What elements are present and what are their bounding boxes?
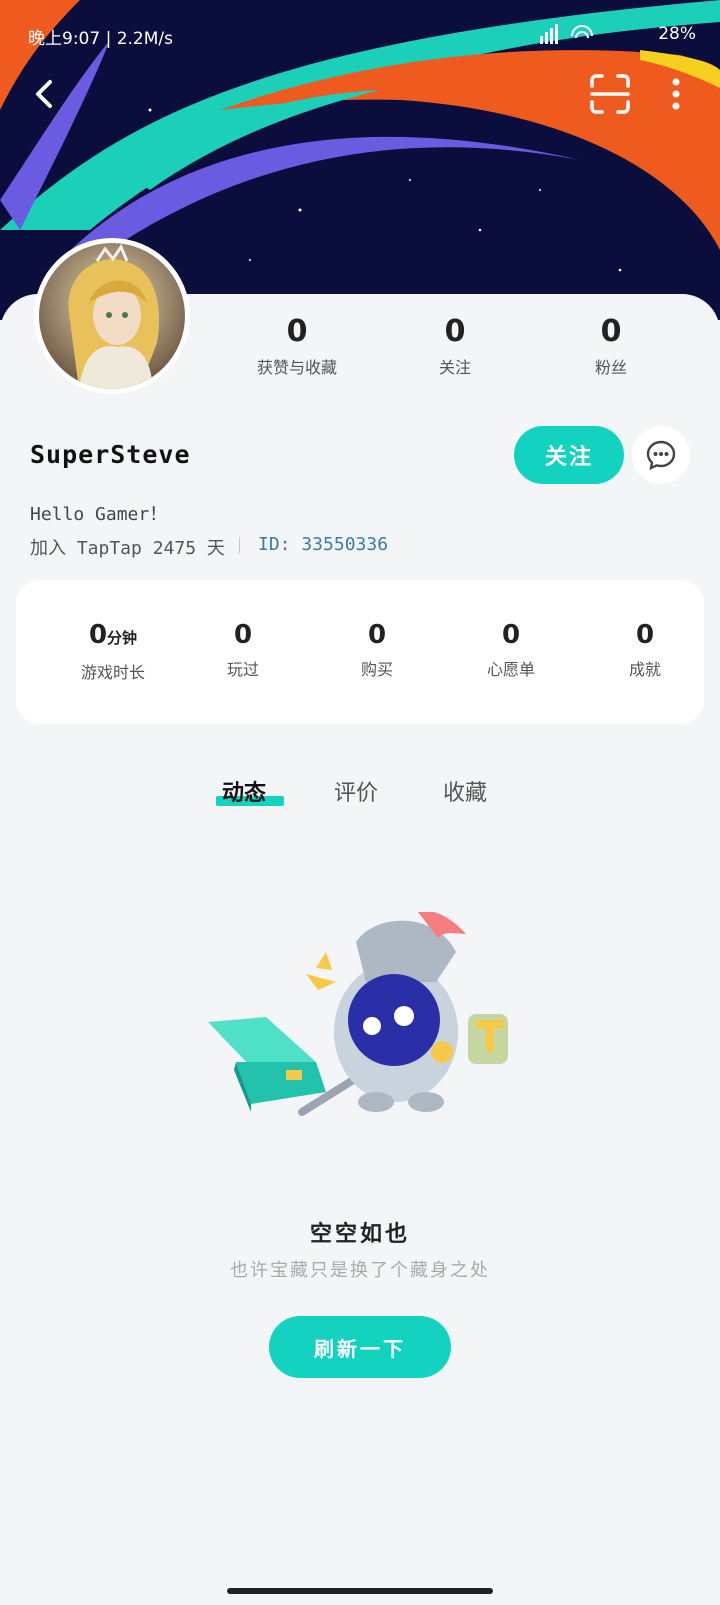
- game-stat-played[interactable]: 0 玩过: [178, 618, 308, 680]
- more-vertical-icon: [672, 78, 680, 110]
- stat-value: 0: [444, 314, 466, 349]
- username: SuperSteve: [30, 440, 191, 469]
- avatar-image: [39, 243, 185, 389]
- game-stat-purchased[interactable]: 0 购买: [312, 618, 442, 680]
- status-bar: 晚上9:07 | 2.2M/s 28%: [0, 18, 720, 50]
- scan-icon: [590, 74, 630, 114]
- game-stat-label: 购买: [360, 660, 393, 679]
- signal-icon: [540, 24, 593, 44]
- empty-state-illustration: [206, 910, 536, 1142]
- back-button[interactable]: [20, 70, 68, 118]
- tab-reviews[interactable]: 评价: [334, 775, 378, 807]
- avatar[interactable]: [34, 238, 190, 394]
- game-stat-value: 0: [635, 620, 655, 650]
- more-button[interactable]: [652, 70, 700, 118]
- empty-state-title: 空空如也: [309, 1222, 410, 1247]
- game-stat-label: 成就: [628, 660, 661, 679]
- status-time: 晚上9:07 | 2.2M/s: [28, 29, 173, 49]
- empty-state-subtitle: 也许宝藏只是换了个藏身之处: [230, 1260, 490, 1281]
- bio: Hello Gamer！: [30, 504, 168, 525]
- game-stat-playtime[interactable]: 0分钟 游戏时长: [48, 618, 178, 683]
- divider: [239, 537, 240, 553]
- stat-value: 0: [286, 314, 308, 349]
- stat-label: 获赞与收藏: [256, 358, 337, 377]
- chat-bubble-icon: [646, 440, 676, 471]
- game-stat-value: 0: [233, 620, 253, 650]
- stat-label: 粉丝: [594, 358, 627, 377]
- battery-level: 28%: [658, 24, 696, 44]
- tab-moments[interactable]: 动态: [222, 775, 266, 807]
- message-button[interactable]: [632, 426, 690, 484]
- refresh-button[interactable]: 刷新一下: [269, 1316, 451, 1378]
- game-stat-value: 0分钟: [88, 620, 138, 650]
- stat-likes[interactable]: 0 获赞与收藏: [222, 312, 372, 378]
- game-stats-panel: 0分钟 游戏时长 0 玩过 0 购买 0 心愿单 0 成就: [16, 580, 704, 724]
- follow-button[interactable]: 关注: [514, 426, 624, 484]
- stat-following[interactable]: 0 关注: [380, 312, 530, 378]
- game-stat-label: 游戏时长: [80, 663, 145, 682]
- game-stat-wishlist[interactable]: 0 心愿单: [446, 618, 576, 680]
- chevron-left-icon: [36, 80, 52, 108]
- game-stat-label: 玩过: [226, 660, 259, 679]
- game-stat-achievements[interactable]: 0 成就: [580, 618, 710, 680]
- game-stat-label: 心愿单: [486, 660, 535, 679]
- game-stat-value: 0: [367, 620, 387, 650]
- game-stat-value: 0: [501, 620, 521, 650]
- stat-fans[interactable]: 0 粉丝: [536, 312, 686, 378]
- tab-favorites[interactable]: 收藏: [443, 775, 487, 807]
- stat-value: 0: [600, 314, 622, 349]
- joined-days: 加入 TapTap 2475 天: [30, 538, 225, 559]
- home-indicator[interactable]: [227, 1588, 493, 1594]
- stat-label: 关注: [438, 358, 471, 377]
- scan-button[interactable]: [586, 70, 634, 118]
- user-id[interactable]: ID: 33550336: [258, 534, 388, 555]
